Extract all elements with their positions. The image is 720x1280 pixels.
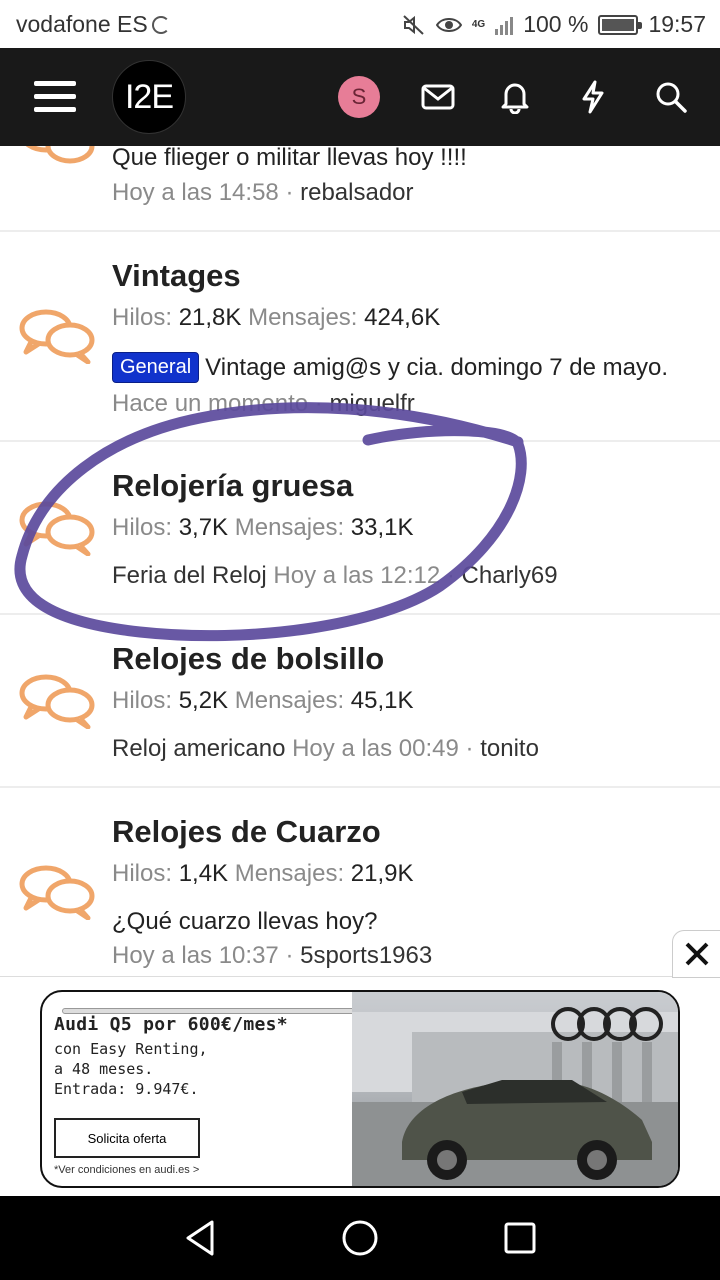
sync-icon (151, 15, 170, 34)
forum-icon (25, 146, 95, 164)
ad-body: con Easy Renting, a 48 meses. Entrada: 9… (54, 1040, 208, 1098)
forum-node-relojes-cuarzo[interactable]: Relojes de Cuarzo Hilos: 1,4K Mensajes: … (0, 788, 720, 976)
battery-percent: 100 % (523, 11, 589, 37)
latest-meta: Feria del Reloj Hoy a las 12:12 · Charly… (112, 562, 558, 589)
status-bar: vodafone ES 4G 100 % 19:57 (0, 0, 720, 48)
latest-thread-link[interactable]: Feria del Reloj (112, 562, 267, 589)
latest-meta: Reloj americano Hoy a las 00:49 · tonito (112, 735, 539, 762)
ad-headline: Audi Q5 por 600€/mes* (54, 1014, 288, 1035)
mail-icon[interactable] (419, 78, 457, 116)
forum-node-relojes-bolsillo[interactable]: Relojes de bolsillo Hilos: 5,2K Mensajes… (0, 615, 720, 786)
clock: 19:57 (648, 11, 706, 37)
ad-image (352, 992, 678, 1186)
latest-time: Hoy a las 10:37 (112, 942, 279, 969)
search-icon[interactable] (652, 78, 690, 116)
menu-icon[interactable] (34, 81, 76, 113)
carrier: vodafone ES (16, 11, 170, 38)
network-type: 4G (471, 18, 486, 30)
latest-time: Hoy a las 14:58 (112, 179, 279, 206)
home-icon[interactable] (340, 1218, 380, 1258)
forum-stats: Hilos: 3,7K Mensajes: 33,1K (112, 514, 414, 541)
latest-user[interactable]: Charly69 (462, 562, 558, 589)
close-icon (685, 942, 708, 966)
lightning-icon[interactable] (574, 78, 612, 116)
forum-icon (19, 501, 95, 556)
forum-title[interactable]: Relojería gruesa (112, 468, 353, 504)
latest-user[interactable]: 5sports1963 (300, 942, 432, 969)
signal-icon (495, 15, 514, 35)
forum-stats: Hilos: 21,8K Mensajes: 424,6K (112, 304, 441, 331)
close-ad-button[interactable] (672, 930, 720, 978)
forum-list: Que flieger o militar llevas hoy !!!! Ho… (0, 146, 720, 976)
forum-node-partial[interactable]: Que flieger o militar llevas hoy !!!! Ho… (0, 146, 720, 230)
mute-icon (403, 14, 424, 35)
latest-thread-link[interactable]: Que flieger o militar llevas hoy !!!! (112, 146, 467, 172)
forum-title[interactable]: Vintages (112, 258, 241, 294)
eye-icon (435, 17, 462, 32)
latest-thread-link[interactable]: General Vintage amig@s y cia. domingo 7 d… (112, 352, 668, 383)
system-nav-bar (0, 1196, 720, 1280)
back-icon[interactable] (180, 1218, 220, 1258)
forum-title[interactable]: Relojes de bolsillo (112, 641, 384, 677)
latest-time: Hoy a las 00:49 (292, 735, 459, 762)
latest-user[interactable]: rebalsador (300, 179, 413, 206)
status-icons: 4G 100 % 19:57 (402, 11, 706, 38)
forum-title[interactable]: Relojes de Cuarzo (112, 814, 381, 850)
prefix-label: General (112, 352, 200, 383)
forum-stats: Hilos: 1,4K Mensajes: 21,9K (112, 860, 414, 887)
battery-icon (598, 14, 643, 35)
bell-icon[interactable] (496, 78, 534, 116)
forum-icon (19, 309, 95, 364)
latest-meta: Hace un momento · miguelfr (112, 390, 415, 417)
carrier-name: vodafone ES (16, 11, 148, 37)
ad-text: Audi Q5 por 600€/mes* con Easy Renting, … (42, 992, 352, 1186)
recents-icon[interactable] (500, 1218, 540, 1258)
latest-time: Hoy a las 12:12 (273, 562, 441, 589)
top-navbar: I2E S (0, 48, 720, 146)
latest-thread-link[interactable]: ¿Qué cuarzo llevas hoy? (112, 908, 377, 936)
forum-icon (19, 674, 95, 729)
latest-meta: Hoy a las 14:58 · rebalsador (112, 179, 414, 206)
audi-logo (551, 1007, 663, 1041)
forum-node-vintages[interactable]: Vintages Hilos: 21,8K Mensajes: 424,6K G… (0, 232, 720, 440)
latest-time: Hace un momento (112, 390, 309, 417)
ad-footnote[interactable]: *Ver condiciones en audi.es > (54, 1164, 199, 1176)
latest-meta: Hoy a las 10:37 · 5sports1963 (112, 942, 433, 969)
ad-cta-button[interactable]: Solicita oferta (54, 1118, 200, 1158)
latest-thread-link[interactable]: Reloj americano (112, 735, 285, 762)
forum-stats: Hilos: 5,2K Mensajes: 45,1K (112, 687, 414, 714)
site-logo[interactable]: I2E (112, 60, 186, 134)
latest-user[interactable]: miguelfr (329, 390, 414, 417)
forum-node-relojeria-gruesa[interactable]: Relojería gruesa Hilos: 3,7K Mensajes: 3… (0, 442, 720, 613)
latest-user[interactable]: tonito (480, 735, 539, 762)
user-avatar[interactable]: S (338, 76, 380, 118)
forum-icon (19, 865, 95, 920)
audi-ad-banner[interactable]: Audi Q5 por 600€/mes* con Easy Renting, … (40, 990, 680, 1188)
